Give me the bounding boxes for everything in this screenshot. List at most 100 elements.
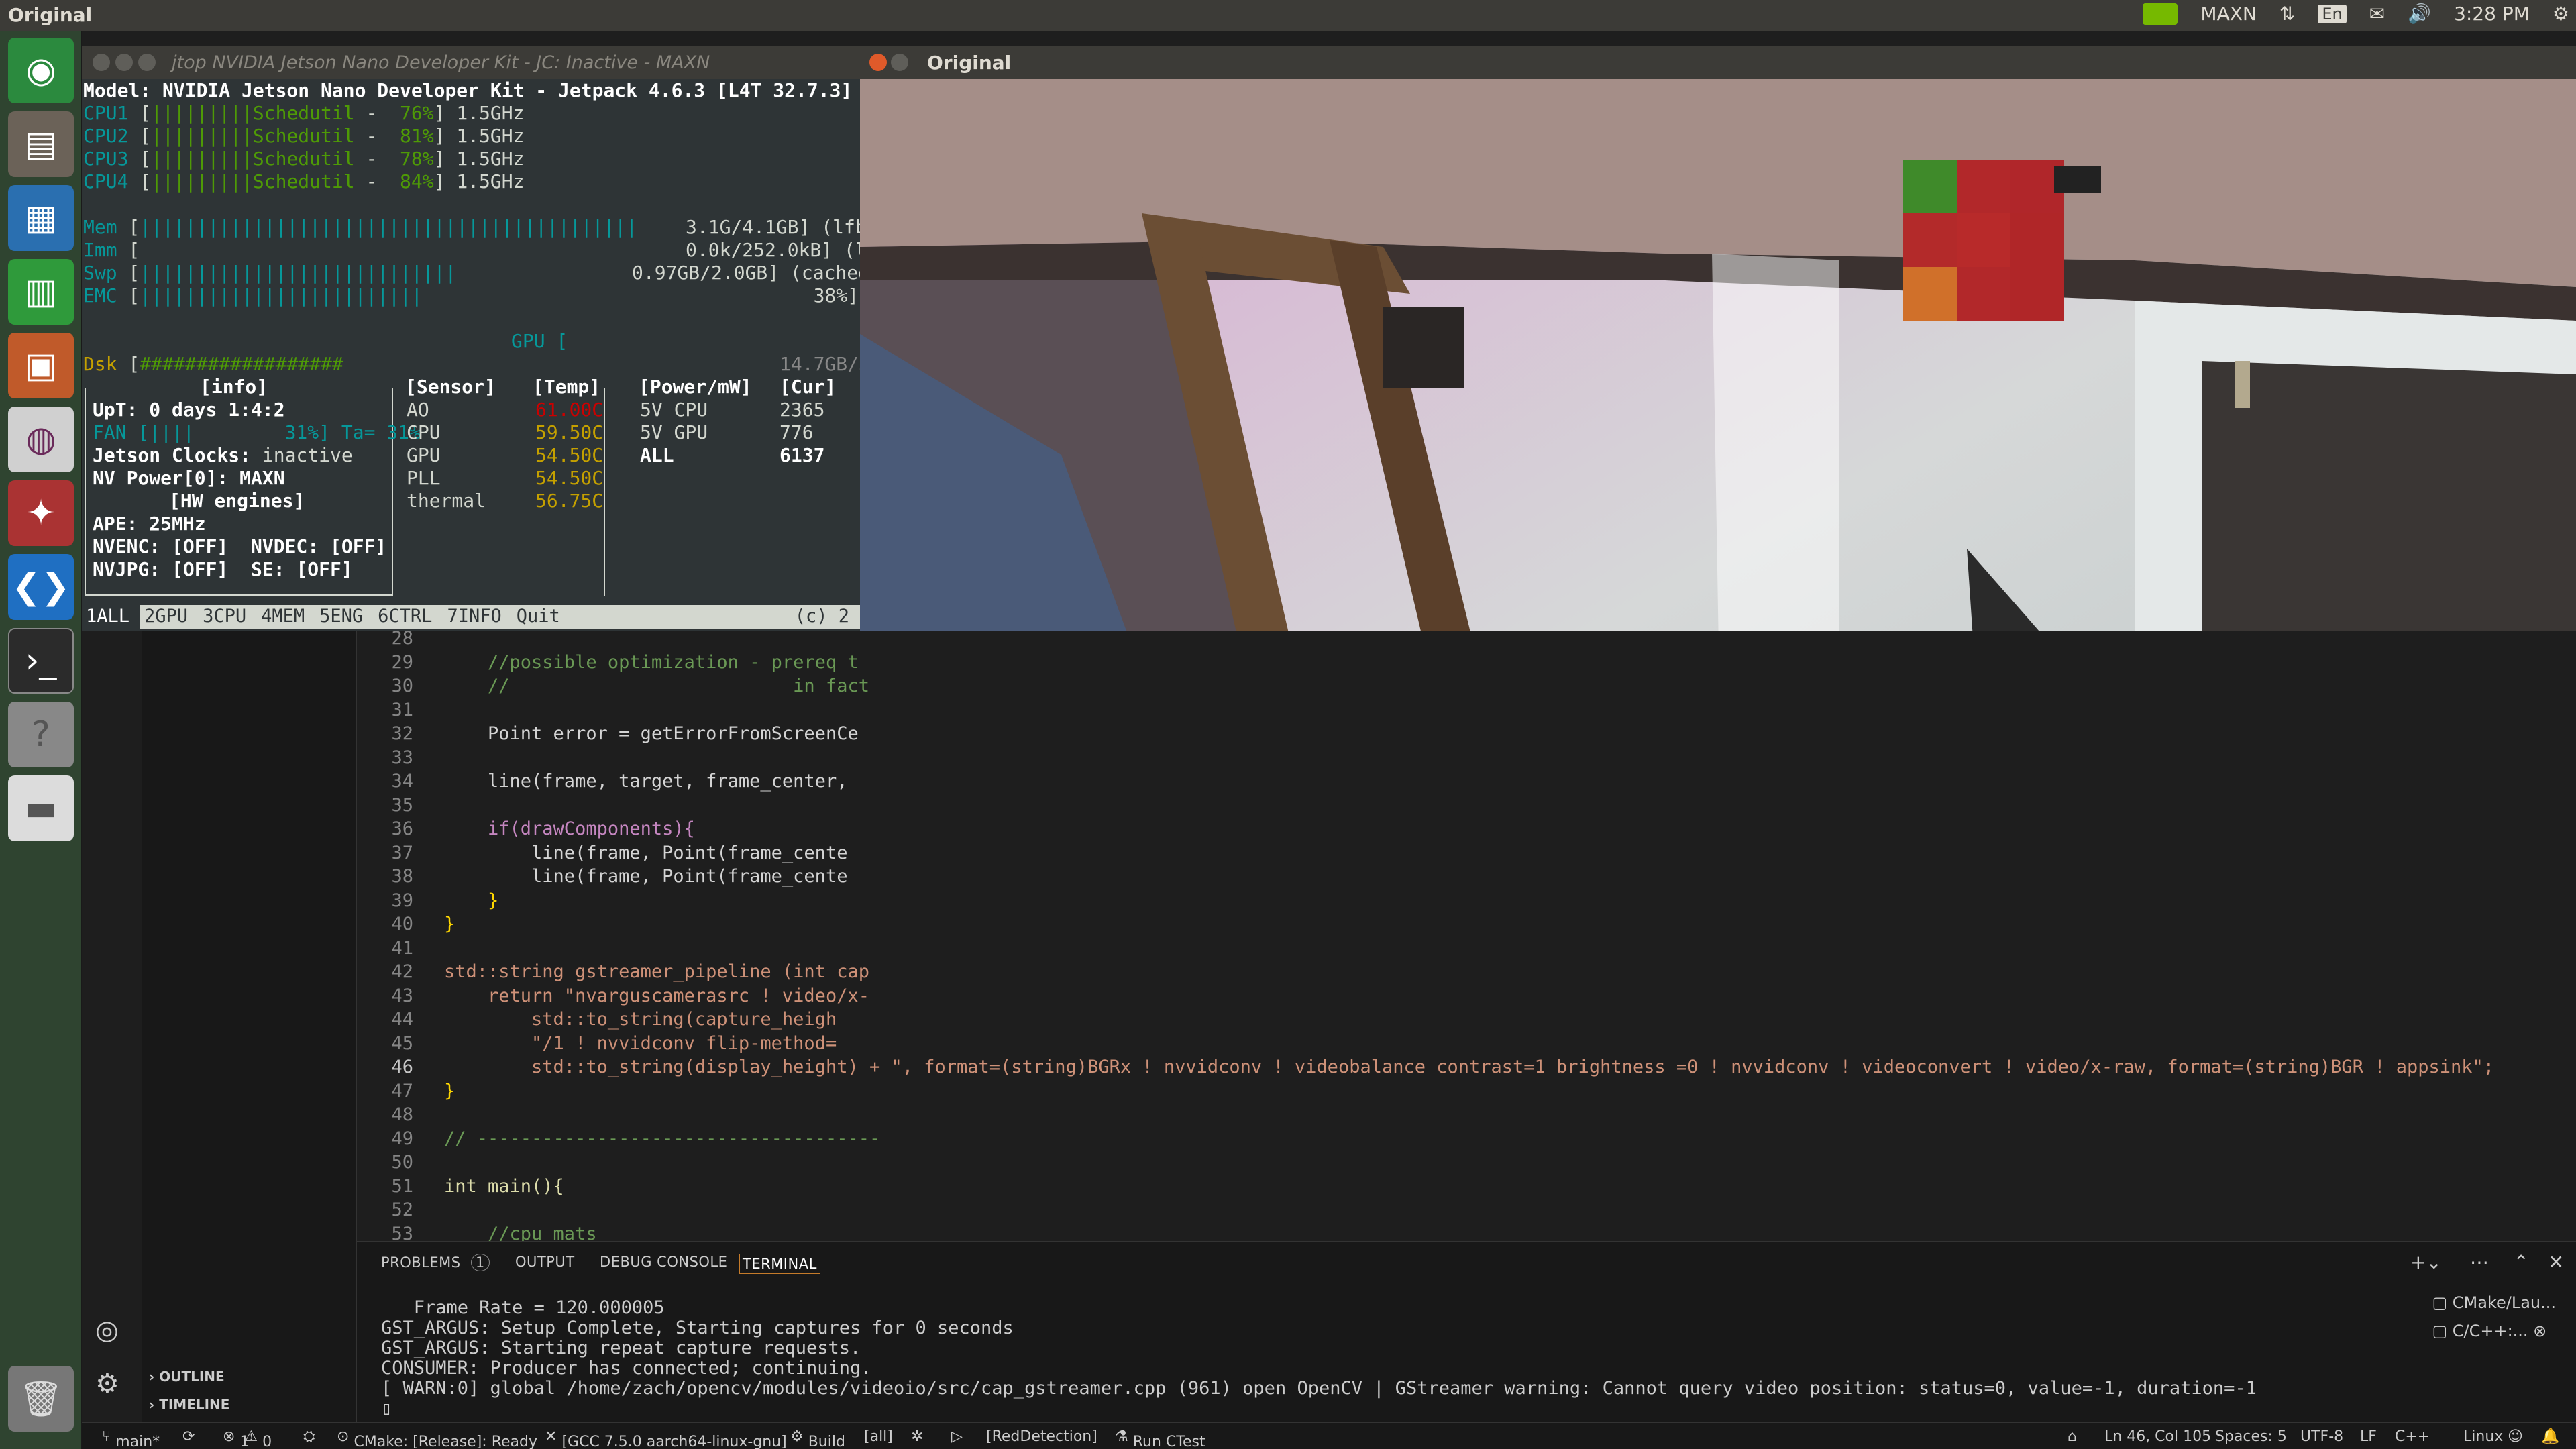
code-line[interactable]: int main(){ (444, 1175, 564, 1199)
branch-indicator[interactable]: ⑂ main* (102, 1428, 160, 1449)
volume-icon[interactable]: 🔊 (2408, 3, 2431, 25)
terminal-item[interactable]: ▢ C/C++:... ⊗ (2432, 1317, 2556, 1345)
code-line[interactable]: //cpu mats (444, 1222, 597, 1242)
mail-icon[interactable]: ✉ (2369, 3, 2385, 25)
account-icon[interactable]: ◎ (95, 1315, 119, 1346)
manage-gear-icon[interactable]: ⚙ (95, 1368, 119, 1399)
cmake-kit[interactable]: ✕ [GCC 7.5.0 aarch64-linux-gnu] (545, 1428, 787, 1449)
code-line[interactable]: } (444, 1079, 455, 1104)
help-icon[interactable]: ? (8, 702, 74, 767)
timeline-section[interactable]: › TIMELINE (149, 1397, 229, 1413)
more-actions-icon[interactable]: ⋯ (2470, 1251, 2489, 1273)
code-line[interactable]: std::to_string(display_height) + ", form… (444, 1055, 2494, 1079)
notifications-icon[interactable]: 🔔 (2541, 1428, 2559, 1445)
chevron-right-icon: › (149, 1397, 155, 1413)
language-mode[interactable]: C++ (2395, 1428, 2430, 1445)
indentation[interactable]: Spaces: 5 (2215, 1428, 2287, 1445)
close-panel-icon[interactable]: ✕ (2548, 1251, 2564, 1273)
tab-problems[interactable]: PROBLEMS 1 (381, 1254, 490, 1271)
cursor-position[interactable]: Ln 46, Col 105 (2104, 1428, 2211, 1445)
tab-output[interactable]: OUTPUT (515, 1254, 575, 1270)
code-line[interactable]: line(frame, Point(frame_cente (444, 865, 847, 889)
terminal-output[interactable]: Frame Rate = 120.000005 GST_ARGUS: Setup … (381, 1298, 2257, 1419)
code-line[interactable]: return "nvarguscamerasrc ! video/x- (444, 984, 869, 1008)
jtop-menu-item[interactable]: 2GPU (140, 605, 199, 629)
settings-gear-icon[interactable]: ⚙ (2553, 3, 2569, 25)
jtop-titlebar[interactable]: jtop NVIDIA Jetson Nano Developer Kit - … (82, 46, 860, 79)
nvidia-icon[interactable] (2143, 3, 2178, 25)
vscode-explorer: › OUTLINE › TIMELINE (142, 631, 357, 1422)
new-terminal-icon[interactable]: +⌄ (2410, 1251, 2442, 1273)
jtop-menu-item[interactable]: 5ENG (315, 605, 374, 629)
camera-titlebar[interactable]: Original (860, 46, 2576, 79)
jtop-terminal[interactable]: Model: NVIDIA Jetson Nano Developer Kit … (82, 79, 860, 631)
impress-icon[interactable]: ▣ (8, 333, 74, 398)
jtop-menu-item[interactable]: 6CTRL (374, 605, 443, 629)
code-line[interactable]: std::to_string(capture_heigh (444, 1008, 837, 1032)
close-button[interactable] (93, 54, 110, 71)
build-target[interactable]: [all] (864, 1428, 893, 1445)
software-center-icon[interactable]: ◍ (8, 407, 74, 472)
build-button[interactable]: ⚙ Build (790, 1428, 845, 1449)
cmake-status[interactable]: ⊙ CMake: [Release]: Ready (337, 1428, 537, 1449)
code-line[interactable]: //possible optimization - prereq t (444, 651, 859, 675)
code-line[interactable]: line(frame, Point(frame_cente (444, 841, 847, 865)
mem-row: Mem [|||||||||||||||||||||||||||||||||||… (83, 216, 638, 238)
feedback-icon[interactable]: ☺ (2508, 1428, 2523, 1445)
clock[interactable]: 3:28 PM (2454, 3, 2530, 25)
network-icon[interactable]: ⇅ (2279, 3, 2295, 25)
close-button[interactable] (869, 54, 887, 71)
maximize-button[interactable] (138, 54, 156, 71)
outline-section[interactable]: › OUTLINE (149, 1368, 225, 1385)
minimize-button[interactable] (115, 54, 133, 71)
jtop-model: Model: NVIDIA Jetson Nano Developer Kit … (83, 79, 853, 101)
jtop-menu-item[interactable]: 3CPU (199, 605, 257, 629)
bell-slash-icon[interactable]: ⌂ (2068, 1428, 2077, 1445)
jtop-menu-item[interactable]: 7INFO (443, 605, 512, 629)
code-line[interactable]: if(drawComponents){ (444, 817, 695, 841)
launch-target[interactable]: [RedDetection] (986, 1428, 1097, 1445)
terminal-item[interactable]: ▢ CMake/Lau... (2432, 1289, 2556, 1317)
code-line[interactable]: "/1 ! nvvidconv flip-method= (444, 1032, 837, 1056)
tab-terminal[interactable]: TERMINAL (739, 1254, 820, 1274)
jtop-menu-item[interactable]: Quit (513, 605, 571, 629)
writer-icon[interactable]: ▦ (8, 185, 74, 251)
debug-icon[interactable]: ✲ (911, 1428, 923, 1445)
calc-icon[interactable]: ▥ (8, 259, 74, 325)
encoding[interactable]: UTF-8 (2300, 1428, 2343, 1445)
jtop-window: jtop NVIDIA Jetson Nano Developer Kit - … (82, 46, 860, 631)
problems-indicator[interactable]: ⊗ 1 ⚠ 0 (223, 1428, 272, 1449)
run-icon[interactable]: ▷ (951, 1428, 963, 1445)
code-line[interactable]: } (444, 912, 455, 936)
ports-icon[interactable]: ⛭ (303, 1428, 315, 1445)
minimize-button[interactable] (891, 54, 908, 71)
code-line[interactable]: std::string gstreamer_pipeline (int cap (444, 960, 869, 984)
jtop-menu-item[interactable]: (c) 2 (791, 605, 860, 629)
system-settings-icon[interactable]: ✦ (8, 480, 74, 546)
files-icon[interactable]: ▤ (8, 111, 74, 177)
terminal-icon[interactable]: ›_ (8, 628, 74, 694)
drive-icon[interactable]: ▬ (8, 775, 74, 841)
cpu-row: CPU4 [|||||||||Schedutil - 84%] 1.5GHz (83, 170, 525, 193)
code-line[interactable]: // in fact (444, 674, 869, 698)
code-line[interactable]: Point error = getErrorFromScreenCe (444, 722, 859, 746)
line-ending[interactable]: LF (2360, 1428, 2377, 1445)
os-indicator[interactable]: Linux (2463, 1428, 2503, 1445)
code-line[interactable]: // ------------------------------------- (444, 1127, 880, 1151)
terminal-line: GST_ARGUS: Setup Complete, Starting capt… (381, 1318, 1014, 1338)
code-editor[interactable]: 28 //possible optimization - prereq t 29 … (357, 631, 2576, 1241)
power-mode-indicator[interactable]: MAXN (2200, 3, 2256, 25)
ubuntu-dash-icon[interactable]: ◉ (8, 38, 74, 103)
jtop-menu-item[interactable]: 4MEM (257, 605, 315, 629)
tab-debug-console[interactable]: DEBUG CONSOLE (600, 1254, 727, 1270)
sync-icon[interactable]: ⟳ (182, 1428, 195, 1445)
run-ctest-button[interactable]: ⚗ Run CTest (1115, 1428, 1205, 1449)
trash-icon[interactable]: 🗑 (8, 1366, 74, 1432)
jtop-menu-item[interactable]: 1ALL (82, 605, 141, 629)
keyboard-layout-indicator[interactable]: En (2318, 4, 2347, 23)
code-line[interactable]: line(frame, target, frame_center, (444, 769, 859, 794)
code-line[interactable]: } (444, 889, 498, 913)
problems-count-badge: 1 (470, 1254, 490, 1271)
vscode-icon[interactable]: ❮❯ (8, 554, 74, 620)
maximize-panel-icon[interactable]: ⌃ (2514, 1251, 2529, 1273)
